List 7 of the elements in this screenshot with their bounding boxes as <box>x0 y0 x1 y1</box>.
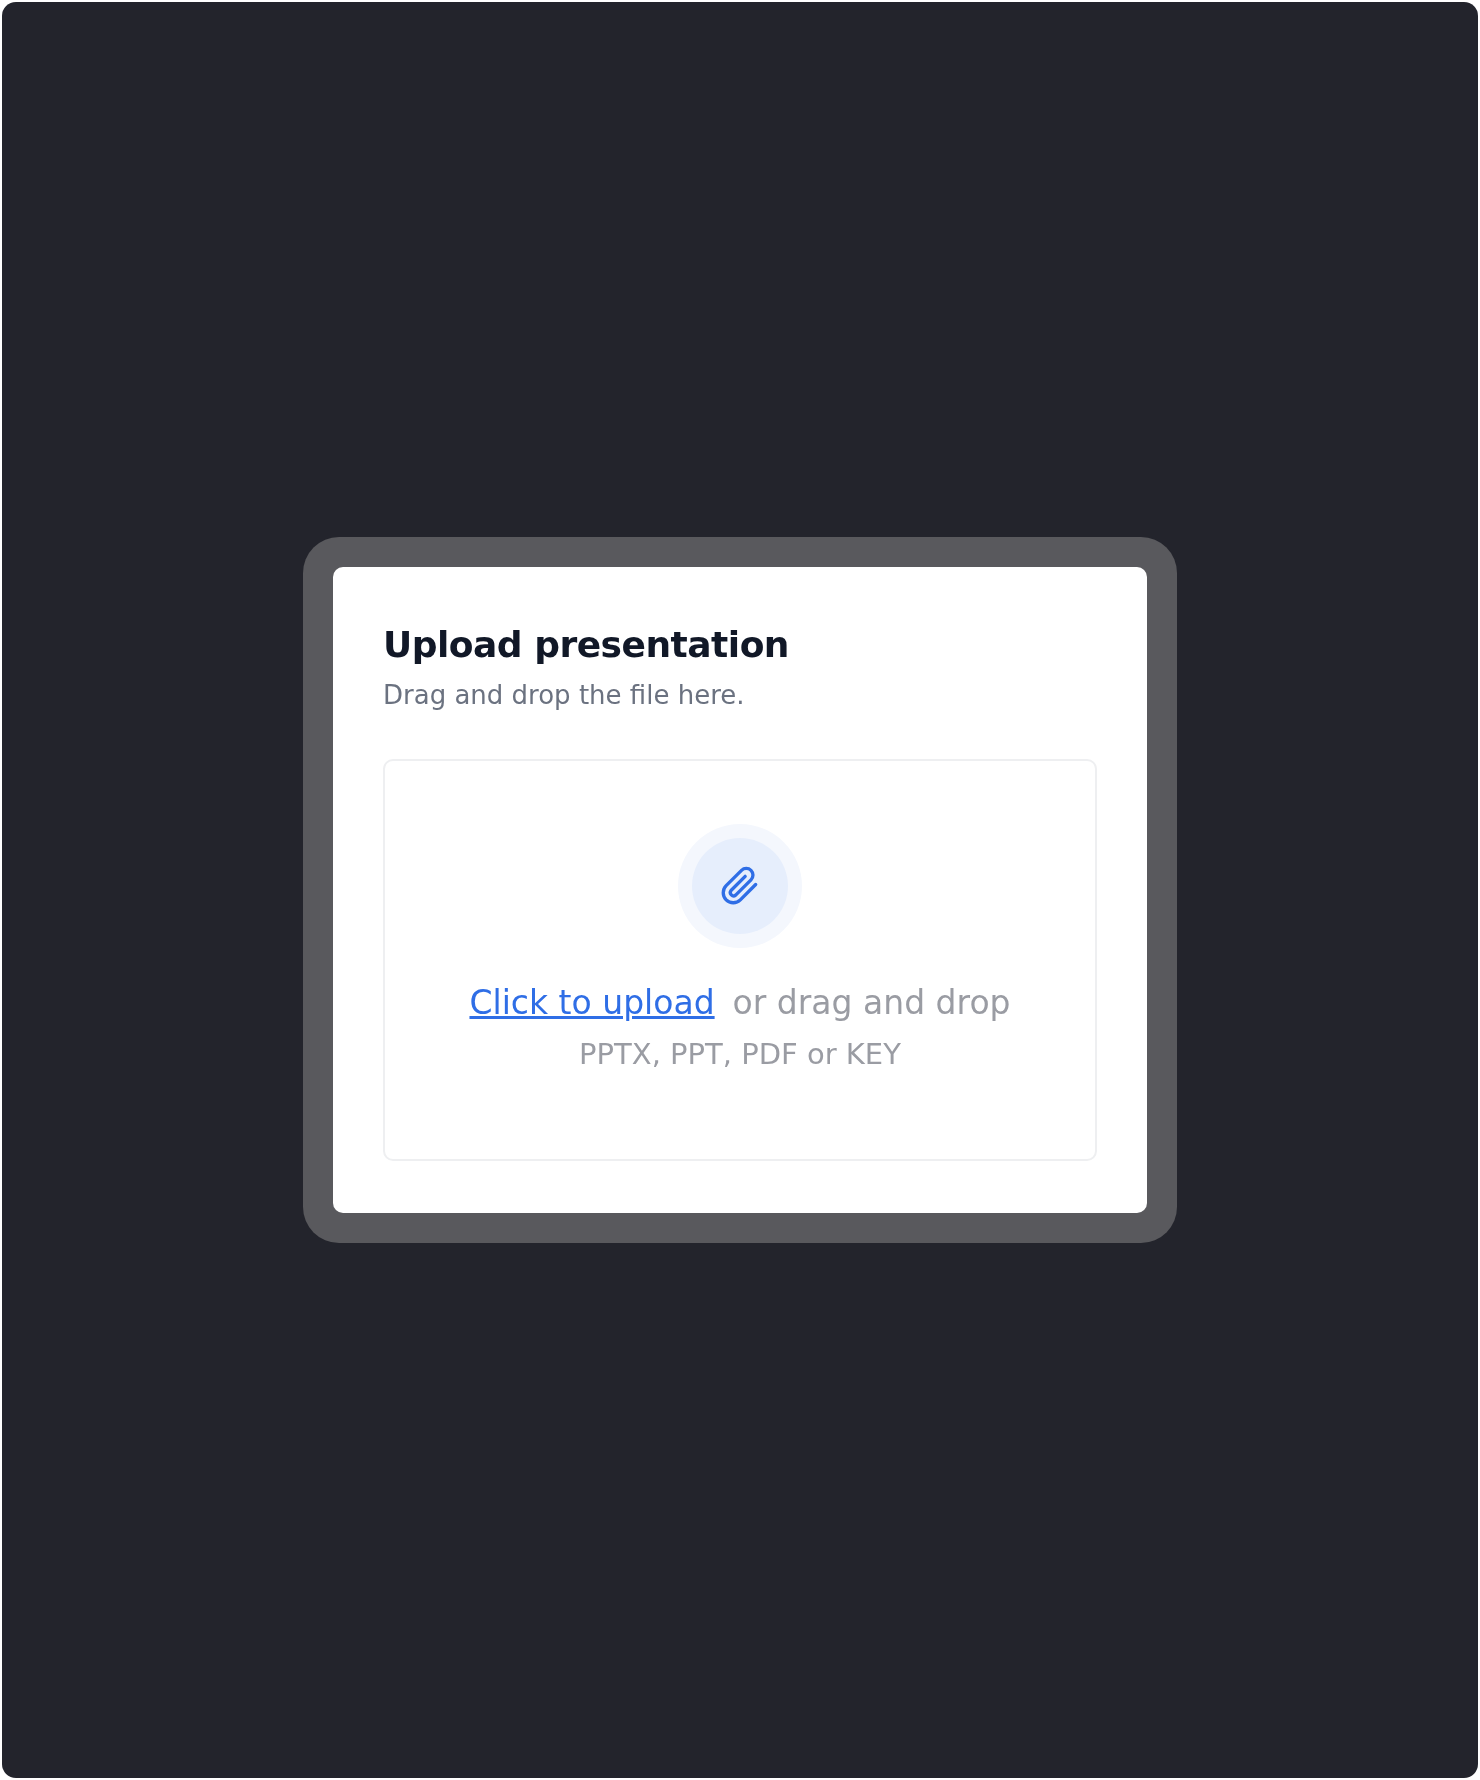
drop-zone[interactable]: Click to upload or drag and drop PPTX, PPT, PDF or KEY <box>383 759 1097 1162</box>
upload-link[interactable]: Click to upload <box>469 977 715 1028</box>
drag-drop-text: or drag and drop <box>732 981 1011 1024</box>
dialog-subtitle: Drag and drop the file here. <box>383 679 746 713</box>
paperclip-icon <box>720 865 760 906</box>
formats-text: PPTX, PPT, PDF or KEY <box>579 1036 901 1074</box>
dialog-title: Upload presentation <box>383 622 790 667</box>
